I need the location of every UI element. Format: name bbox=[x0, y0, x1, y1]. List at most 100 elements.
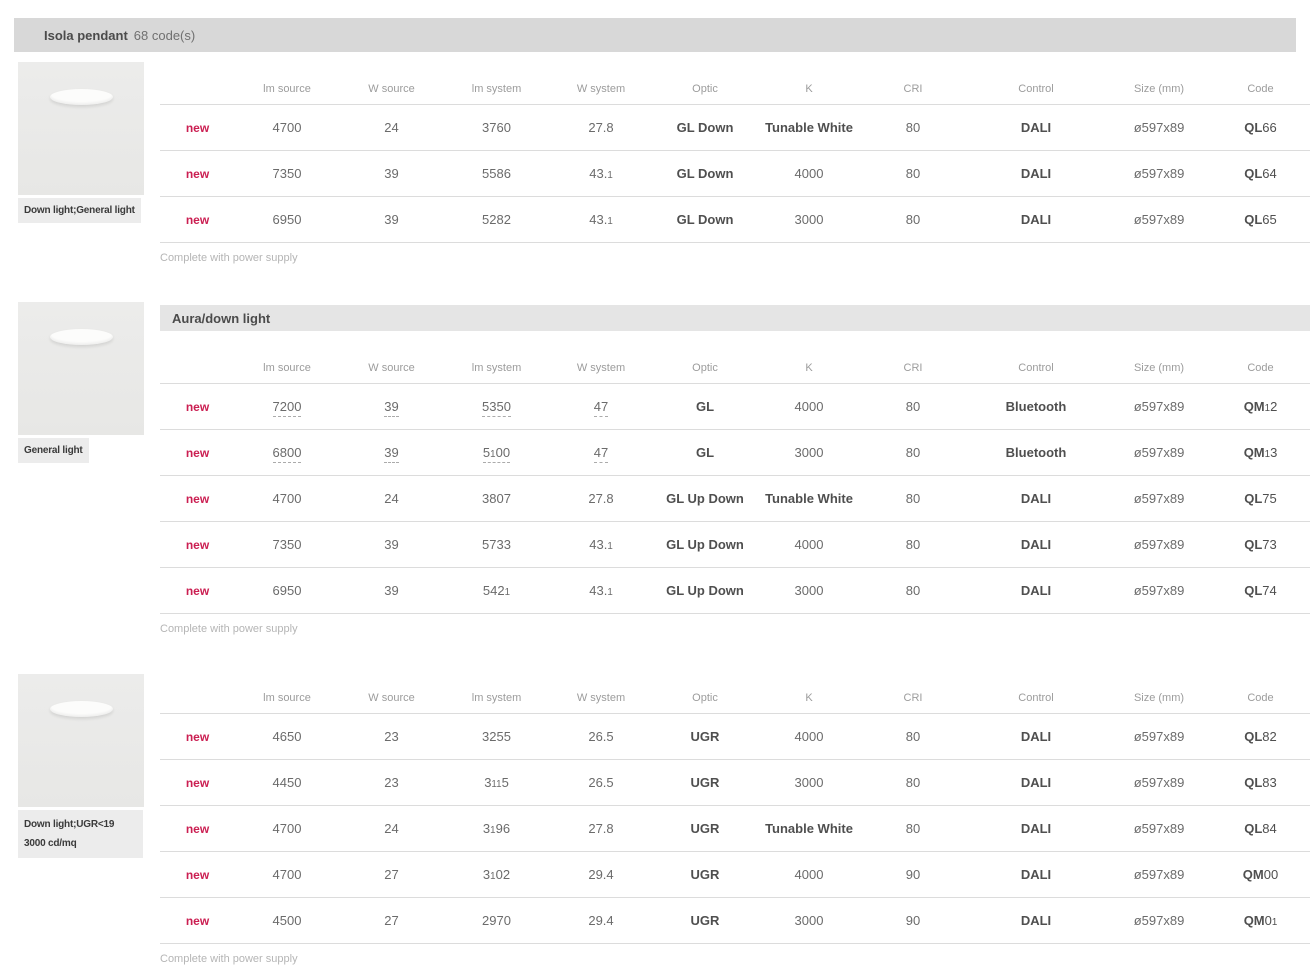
spec-cell: QM01 bbox=[1211, 898, 1310, 944]
power-supply-note: Complete with power supply bbox=[160, 953, 1310, 965]
table-header-row: lm sourceW sourcelm systemW systemOpticK… bbox=[160, 52, 1310, 105]
spec-cell: 27.8 bbox=[549, 476, 653, 522]
spec-cell: ø597x89 bbox=[1107, 898, 1211, 944]
spec-cell: GL Down bbox=[653, 105, 757, 151]
table-row[interactable]: new470027310229.4UGR400090DALIø597x89QM0… bbox=[160, 852, 1310, 898]
spec-cell: UGR bbox=[653, 714, 757, 760]
spec-table: lm sourceW sourcelm systemW systemOpticK… bbox=[160, 331, 1310, 614]
spec-cell: 24 bbox=[339, 105, 444, 151]
table-row[interactable]: new720039535047GL400080Bluetoothø597x89Q… bbox=[160, 384, 1310, 430]
spec-cell[interactable]: 39 bbox=[339, 430, 444, 476]
spec-cell: 23 bbox=[339, 714, 444, 760]
spec-column: lm sourceW sourcelm systemW systemOpticK… bbox=[160, 52, 1310, 264]
catalog-page: Isola pendant 68 code(s) Down light;Gene… bbox=[0, 18, 1310, 965]
spec-cell[interactable]: 5350 bbox=[444, 384, 549, 430]
spec-cell: 23 bbox=[339, 760, 444, 806]
spec-cell: DALI bbox=[965, 197, 1107, 243]
spec-cell[interactable]: 47 bbox=[549, 384, 653, 430]
spec-cell: DALI bbox=[965, 806, 1107, 852]
spec-cell: QL84 bbox=[1211, 806, 1310, 852]
product-thumbnail[interactable] bbox=[18, 674, 144, 807]
spec-cell: 27.8 bbox=[549, 105, 653, 151]
table-row[interactable]: new695039542143.1GL Up Down300080DALIø59… bbox=[160, 568, 1310, 614]
spec-cell: 4700 bbox=[235, 852, 339, 898]
spec-cell: Tunable White bbox=[757, 105, 861, 151]
spec-cell: 24 bbox=[339, 806, 444, 852]
table-row[interactable]: new735039558643.1GL Down400080DALIø597x8… bbox=[160, 151, 1310, 197]
spec-cell: 3196 bbox=[444, 806, 549, 852]
spec-cell[interactable]: 7200 bbox=[235, 384, 339, 430]
spec-cell: 4700 bbox=[235, 806, 339, 852]
table-header-row: lm sourceW sourcelm systemW systemOpticK… bbox=[160, 331, 1310, 384]
spec-cell: 2970 bbox=[444, 898, 549, 944]
spec-cell: QL65 bbox=[1211, 197, 1310, 243]
column-header: Control bbox=[965, 52, 1107, 105]
column-header-new bbox=[160, 52, 235, 105]
column-header: Size (mm) bbox=[1107, 661, 1211, 714]
column-header: W source bbox=[339, 661, 444, 714]
product-section: General lightAura/down lightlm sourceW s… bbox=[0, 302, 1310, 635]
spec-cell: 90 bbox=[861, 898, 965, 944]
spec-cell: 80 bbox=[861, 151, 965, 197]
product-section: Down light;UGR<19 3000 cd/mqlm sourceW s… bbox=[0, 661, 1310, 965]
column-header: Optic bbox=[653, 331, 757, 384]
table-row[interactable]: new470024319627.8UGRTunable White80DALIø… bbox=[160, 806, 1310, 852]
column-header: W system bbox=[549, 331, 653, 384]
table-row[interactable]: new450027297029.4UGR300090DALIø597x89QM0… bbox=[160, 898, 1310, 944]
column-header: K bbox=[757, 331, 861, 384]
spec-cell: GL Down bbox=[653, 197, 757, 243]
spec-cell: 80 bbox=[861, 522, 965, 568]
spec-cell[interactable]: 47 bbox=[549, 430, 653, 476]
spec-cell: 3000 bbox=[757, 197, 861, 243]
spec-cell: 43.1 bbox=[549, 522, 653, 568]
spec-cell: 4700 bbox=[235, 476, 339, 522]
spec-cell: Tunable White bbox=[757, 476, 861, 522]
column-header-new bbox=[160, 661, 235, 714]
spec-cell: 4000 bbox=[757, 852, 861, 898]
table-row[interactable]: new695039528243.1GL Down300080DALIø597x8… bbox=[160, 197, 1310, 243]
spec-cell: 80 bbox=[861, 430, 965, 476]
product-section: Down light;General light lm sourceW sourc… bbox=[0, 52, 1310, 264]
spec-cell: 43.1 bbox=[549, 151, 653, 197]
sections: Down light;General light lm sourceW sourc… bbox=[0, 52, 1310, 965]
spec-cell: 4000 bbox=[757, 151, 861, 197]
column-header-new bbox=[160, 331, 235, 384]
product-thumbnail[interactable] bbox=[18, 62, 144, 195]
spec-cell: GL Down bbox=[653, 151, 757, 197]
spec-cell: DALI bbox=[965, 476, 1107, 522]
spec-cell[interactable]: 39 bbox=[339, 384, 444, 430]
spec-cell: ø597x89 bbox=[1107, 197, 1211, 243]
spec-cell: UGR bbox=[653, 806, 757, 852]
table-row[interactable]: new735039573343.1GL Up Down400080DALIø59… bbox=[160, 522, 1310, 568]
spec-cell: 29.4 bbox=[549, 898, 653, 944]
table-row[interactable]: new680039510047GL300080Bluetoothø597x89Q… bbox=[160, 430, 1310, 476]
spec-cell: 4000 bbox=[757, 384, 861, 430]
spec-column: lm sourceW sourcelm systemW systemOpticK… bbox=[160, 661, 1310, 965]
table-row[interactable]: new470024380727.8GL Up DownTunable White… bbox=[160, 476, 1310, 522]
product-family-title: Isola pendant bbox=[44, 28, 128, 43]
spec-cell: 90 bbox=[861, 852, 965, 898]
spec-cell: 5733 bbox=[444, 522, 549, 568]
spec-cell: 80 bbox=[861, 197, 965, 243]
spec-cell: GL Up Down bbox=[653, 568, 757, 614]
table-row[interactable]: new445023311526.5UGR300080DALIø597x89QL8… bbox=[160, 760, 1310, 806]
table-row[interactable]: new470024376027.8GL DownTunable White80D… bbox=[160, 105, 1310, 151]
pendant-light-illustration bbox=[50, 89, 113, 105]
product-image-column: Down light;General light bbox=[18, 52, 144, 223]
new-badge: new bbox=[160, 197, 235, 243]
table-row[interactable]: new465023325526.5UGR400080DALIø597x89QL8… bbox=[160, 714, 1310, 760]
spec-cell: QL74 bbox=[1211, 568, 1310, 614]
column-header: Optic bbox=[653, 661, 757, 714]
spec-cell: 3807 bbox=[444, 476, 549, 522]
spec-cell: ø597x89 bbox=[1107, 714, 1211, 760]
code-count: 68 code(s) bbox=[134, 28, 195, 43]
product-thumbnail[interactable] bbox=[18, 302, 144, 435]
column-header: CRI bbox=[861, 661, 965, 714]
spec-cell[interactable]: 6800 bbox=[235, 430, 339, 476]
spec-cell: DALI bbox=[965, 760, 1107, 806]
spec-cell[interactable]: 5100 bbox=[444, 430, 549, 476]
spec-cell: 29.4 bbox=[549, 852, 653, 898]
new-badge: new bbox=[160, 105, 235, 151]
spec-cell: 4000 bbox=[757, 522, 861, 568]
spec-cell: 27 bbox=[339, 852, 444, 898]
